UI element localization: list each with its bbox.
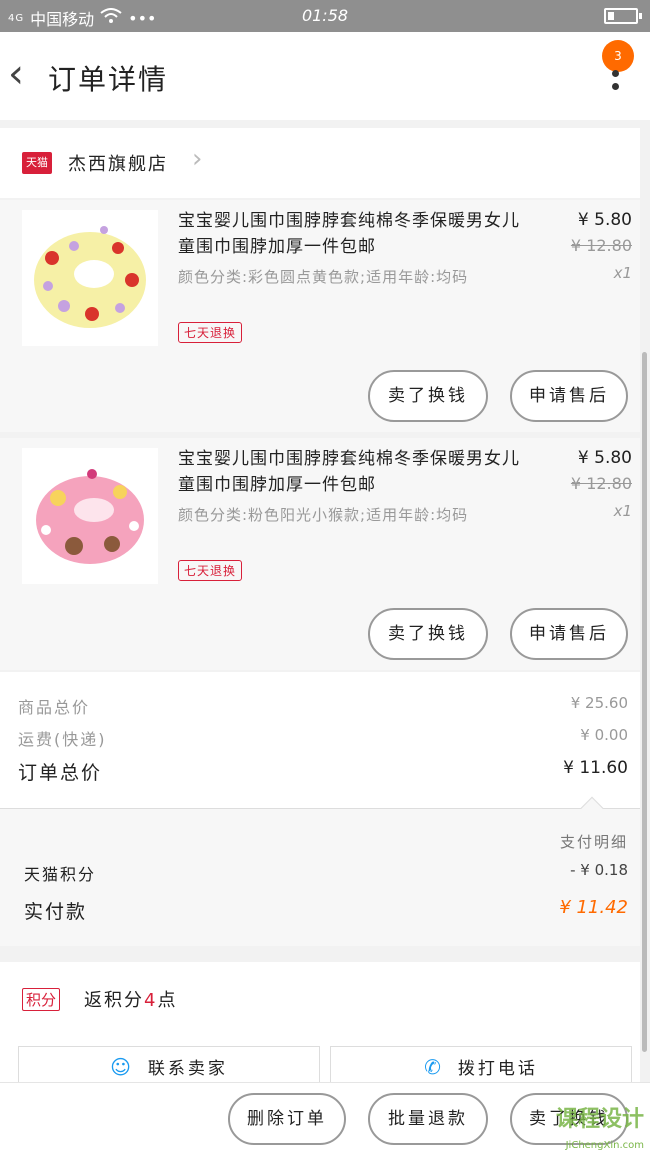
order-total-label: 订单总价 xyxy=(18,762,103,784)
points-prefix: 返积分 xyxy=(84,990,144,1011)
points-suffix: 点 xyxy=(157,990,178,1011)
product-title[interactable]: 宝宝婴儿围巾围脖脖套纯棉冬季保暖男女儿童围巾围脖加厚一件包邮 xyxy=(178,446,528,498)
after-sales-button[interactable]: 申请售后 xyxy=(510,608,628,660)
tmall-logo: 天猫 xyxy=(22,152,52,174)
resell-button[interactable]: 卖了换钱 xyxy=(368,608,488,660)
batch-refund-button[interactable]: 批量退款 xyxy=(368,1093,488,1145)
points-number: 4 xyxy=(144,990,158,1011)
points-badge: 积分 xyxy=(22,988,61,1011)
bottom-action-bar: 删除订单 批量退款 卖了换钱 xyxy=(0,1082,650,1155)
shipping-label: 运费(快递) xyxy=(18,730,107,749)
product-thumbnail[interactable] xyxy=(22,210,158,346)
battery-icon xyxy=(604,8,642,24)
product-price: ¥ 5.80 xyxy=(577,448,632,468)
return-policy-tag: 七天退换 xyxy=(178,322,243,343)
product-title[interactable]: 宝宝婴儿围巾围脖脖套纯棉冬季保暖男女儿童围巾围脖加厚一件包邮 xyxy=(178,208,528,260)
scrollbar[interactable] xyxy=(642,352,647,1052)
payment-detail-link[interactable]: 支付明细 xyxy=(560,831,628,852)
order-total-value: ¥ 11.60 xyxy=(563,758,628,778)
original-price: ¥ 12.80 xyxy=(570,474,632,493)
shop-name[interactable]: 杰西旗舰店 xyxy=(68,150,168,176)
payment-detail: 支付明细 天猫积分 - ¥ 0.18 实付款 ¥ 11.42 xyxy=(0,796,640,946)
original-price: ¥ 12.80 xyxy=(570,236,632,255)
resell-button[interactable]: 卖了换钱 xyxy=(368,370,488,422)
goods-total-label: 商品总价 xyxy=(18,698,91,717)
more-options-icon[interactable] xyxy=(612,70,620,96)
chevron-right-icon: › xyxy=(192,144,203,174)
tmall-points-value: - ¥ 0.18 xyxy=(570,861,628,879)
back-arrow-icon[interactable]: ‹ xyxy=(8,54,24,94)
quantity: x1 xyxy=(613,264,632,282)
shipping-value: ¥ 0.00 xyxy=(580,726,628,744)
product-thumbnail[interactable] xyxy=(22,448,158,584)
after-sales-button[interactable]: 申请售后 xyxy=(510,370,628,422)
return-policy-tag: 七天退换 xyxy=(178,560,243,581)
clock: 01:58 xyxy=(301,6,349,25)
watermark-logo: 课程设计 xyxy=(555,1107,644,1132)
contact-seller-button[interactable]: ☺ 联系卖家 xyxy=(18,1046,320,1086)
product-spec: 颜色分类:粉色阳光小猴款;适用年龄:均码 xyxy=(178,506,469,524)
price-summary: 商品总价 ¥ 25.60 运费(快递) ¥ 0.00 订单总价 ¥ 11.60 xyxy=(0,672,640,808)
points-section: 积分 返积分4点 ☺ 联系卖家 ✆ 拨打电话 xyxy=(0,962,640,1086)
page-title: 订单详情 xyxy=(48,63,169,96)
pink-scarf-image xyxy=(36,469,144,564)
call-phone-button[interactable]: ✆ 拨打电话 xyxy=(330,1046,632,1086)
paid-amount-value: ¥ 11.42 xyxy=(559,897,628,918)
product-spec: 颜色分类:彩色圆点黄色款;适用年龄:均码 xyxy=(178,268,469,286)
app-header: ‹ 订单详情 3 xyxy=(0,32,650,120)
quantity: x1 xyxy=(613,502,632,520)
paid-amount-label: 实付款 xyxy=(24,901,88,923)
goods-total-value: ¥ 25.60 xyxy=(570,694,628,712)
watermark-site: JiChengXin.com xyxy=(565,1140,644,1151)
chat-bubble-icon: ☺ xyxy=(110,1055,134,1079)
shop-row[interactable]: 天猫 杰西旗舰店 › xyxy=(0,128,640,198)
order-item[interactable]: 宝宝婴儿围巾围脖脖套纯棉冬季保暖男女儿童围巾围脖加厚一件包邮 颜色分类:彩色圆点… xyxy=(0,200,640,432)
contact-seller-label: 联系卖家 xyxy=(147,1059,228,1079)
phone-icon: ✆ xyxy=(424,1055,444,1079)
order-item[interactable]: 宝宝婴儿围巾围脖脖套纯棉冬季保暖男女儿童围巾围脖加厚一件包邮 颜色分类:粉色阳光… xyxy=(0,438,640,670)
notification-badge: 3 xyxy=(602,40,634,72)
call-phone-label: 拨打电话 xyxy=(457,1059,538,1079)
status-bar: 4G 中国移动 ••• 01:58 xyxy=(0,0,650,32)
yellow-scarf-image xyxy=(34,226,146,328)
product-price: ¥ 5.80 xyxy=(577,210,632,230)
tmall-points-label: 天猫积分 xyxy=(24,865,97,884)
delete-order-button[interactable]: 删除订单 xyxy=(228,1093,346,1145)
points-text: 返积分4点 xyxy=(84,986,177,1012)
